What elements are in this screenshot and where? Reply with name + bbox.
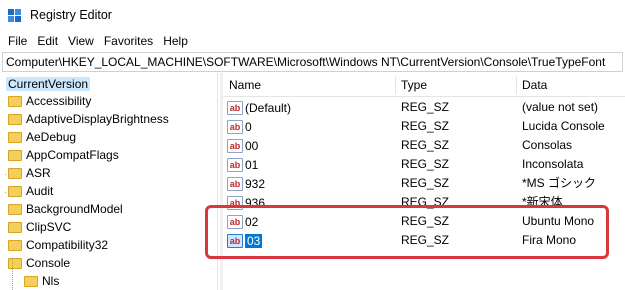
string-value-icon: ab <box>227 138 243 153</box>
tree-item-label: BackgroundModel <box>26 202 123 216</box>
menu-help[interactable]: Help <box>158 31 193 51</box>
tree-item-adaptivedisplaybrightness[interactable]: AdaptiveDisplayBrightness <box>8 110 169 128</box>
folder-icon <box>24 275 38 287</box>
string-value-icon: ab <box>227 176 243 191</box>
registry-editor-icon <box>8 9 21 22</box>
column-data[interactable]: Data <box>516 73 547 97</box>
tree-item-label: Console <box>26 256 71 270</box>
string-value-icon: ab <box>227 157 243 172</box>
tree-item-label: Nls <box>42 274 60 288</box>
tree-connector <box>12 258 13 290</box>
column-name[interactable]: Name <box>223 73 261 97</box>
tree-item-backgroundmodel[interactable]: BackgroundModel <box>8 200 123 218</box>
address-bar[interactable]: Computer\HKEY_LOCAL_MACHINE\SOFTWARE\Mic… <box>2 52 623 72</box>
tree-item-label: Audit <box>26 184 54 198</box>
menu-edit[interactable]: Edit <box>32 31 63 51</box>
folder-icon <box>8 221 22 233</box>
folder-icon <box>8 167 22 179</box>
value-name: 01 <box>245 157 259 172</box>
menu-favorites[interactable]: Favorites <box>99 31 158 51</box>
value-row-00[interactable]: ab 00 REG_SZ Consolas <box>223 136 625 155</box>
value-data: *MS ゴシック <box>522 176 597 190</box>
value-type: REG_SZ <box>401 119 450 133</box>
value-row-01[interactable]: ab 01 REG_SZ Inconsolata <box>223 155 625 174</box>
tree-item-clipsvc[interactable]: ClipSVC <box>8 218 71 236</box>
tree-item-console[interactable]: Console <box>8 254 70 272</box>
string-value-icon: ab <box>227 119 243 134</box>
menu-bar: File Edit View Favorites Help <box>0 31 625 51</box>
menu-view[interactable]: View <box>63 31 99 51</box>
folder-icon <box>8 257 22 269</box>
tree-item-label: Accessibility <box>26 94 92 108</box>
tree-item-label: AdaptiveDisplayBrightness <box>26 112 169 126</box>
value-row-932[interactable]: ab 932 REG_SZ *MS ゴシック <box>223 174 625 193</box>
value-row-0[interactable]: ab 0 REG_SZ Lucida Console <box>223 117 625 136</box>
list-header: Name Type Data <box>223 73 625 97</box>
tree-item-appcompatflags[interactable]: AppCompatFlags <box>8 146 119 164</box>
folder-icon <box>8 185 22 197</box>
tree-item-label: CurrentVersion <box>6 77 91 91</box>
tree-item-label: AeDebug <box>26 130 77 144</box>
tree-item-label: Compatibility32 <box>26 238 109 252</box>
tree-item-nls[interactable]: Nls <box>24 272 59 290</box>
value-type: REG_SZ <box>401 157 450 171</box>
folder-icon <box>8 239 22 251</box>
tree-item-compatibility32[interactable]: Compatibility32 <box>8 236 108 254</box>
tree-item-label: AppCompatFlags <box>26 148 119 162</box>
tree-item-accessibility[interactable]: Accessibility <box>8 92 91 110</box>
value-data: (value not set) <box>522 100 599 114</box>
menu-file[interactable]: File <box>3 31 32 51</box>
value-type: REG_SZ <box>401 176 450 190</box>
tree-item-currentversion[interactable]: CurrentVersion <box>4 75 91 93</box>
window-title: Registry Editor <box>30 8 112 22</box>
title-bar: Registry Editor <box>0 0 625 30</box>
tree-item-label: ClipSVC <box>26 220 72 234</box>
folder-icon <box>8 95 22 107</box>
column-type[interactable]: Type <box>395 73 427 97</box>
highlight-annotation <box>205 205 609 259</box>
string-value-icon: ab <box>227 100 243 115</box>
value-row-default[interactable]: ab (Default) REG_SZ (value not set) <box>223 98 625 117</box>
value-name: 00 <box>245 138 259 153</box>
value-type: REG_SZ <box>401 138 450 152</box>
folder-icon <box>8 149 22 161</box>
value-type: REG_SZ <box>401 100 450 114</box>
value-data: Consolas <box>522 138 573 152</box>
folder-icon <box>8 113 22 125</box>
tree-item-aedebug[interactable]: AeDebug <box>8 128 76 146</box>
value-data: Inconsolata <box>522 157 584 171</box>
value-name: 0 <box>245 119 252 134</box>
tree-item-audit[interactable]: Audit <box>8 182 53 200</box>
key-tree: CurrentVersion Accessibility AdaptiveDis… <box>0 73 218 290</box>
value-name: 932 <box>245 176 266 191</box>
value-data: Lucida Console <box>522 119 605 133</box>
tree-item-label: ASR <box>26 166 51 180</box>
folder-icon <box>8 203 22 215</box>
folder-icon <box>8 131 22 143</box>
tree-item-asr[interactable]: ASR <box>8 164 51 182</box>
value-name: (Default) <box>245 100 292 115</box>
